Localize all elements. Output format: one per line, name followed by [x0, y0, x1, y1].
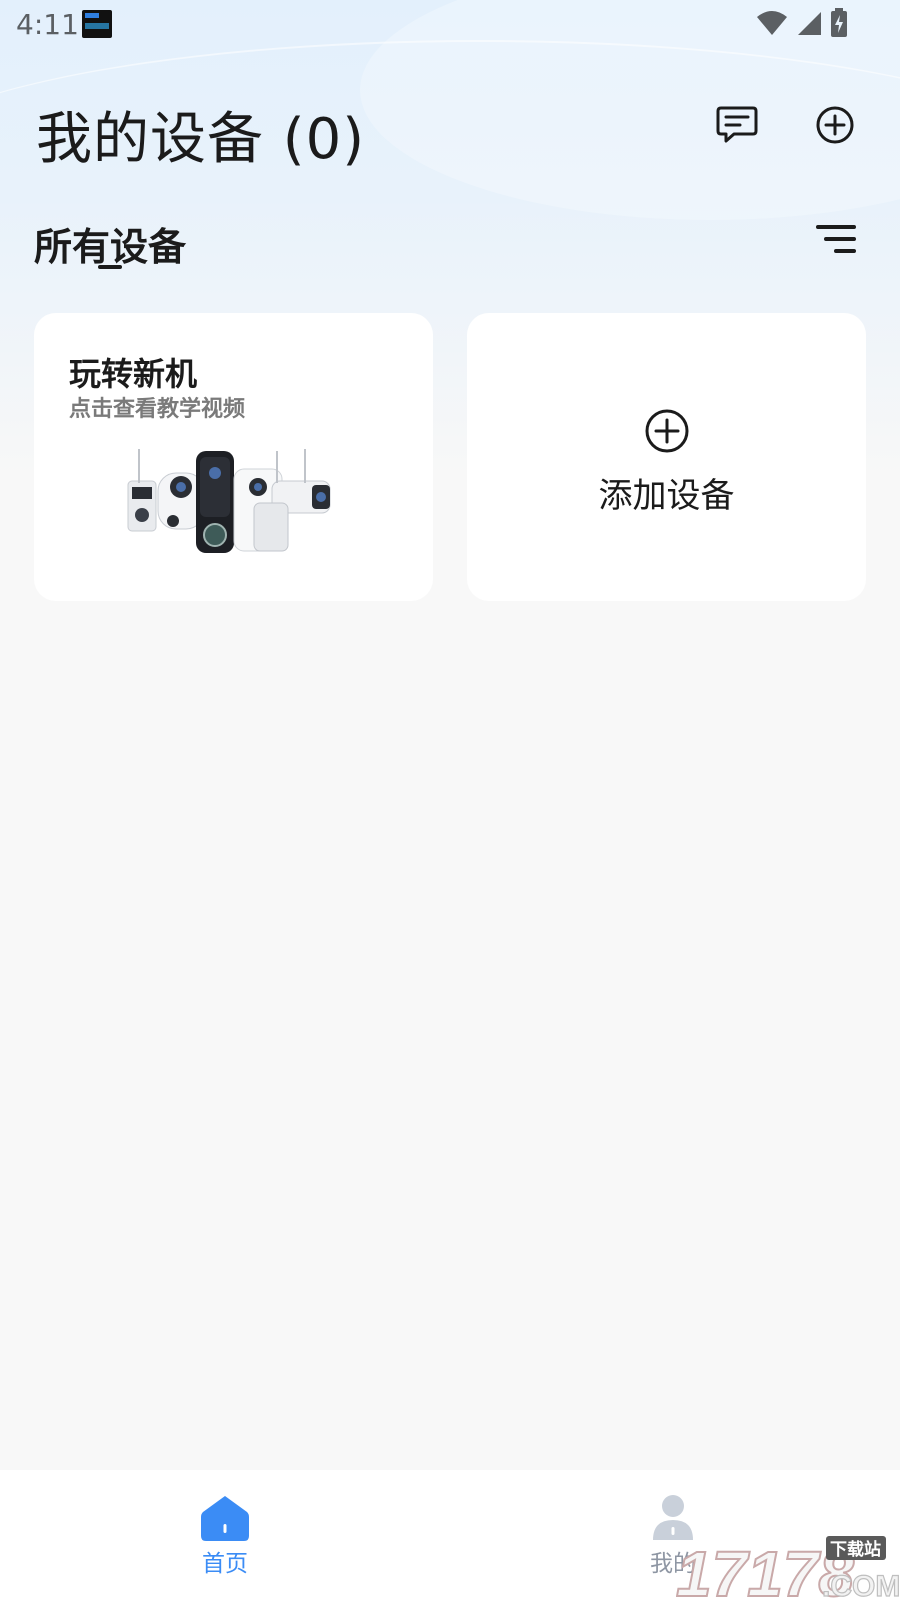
filter-icon	[816, 225, 856, 253]
section-active-indicator	[98, 265, 122, 269]
message-button[interactable]	[712, 100, 762, 150]
app-notification-icon	[82, 10, 112, 38]
home-icon	[201, 1496, 249, 1541]
add-circle-icon	[816, 106, 854, 144]
nav-item-home[interactable]: 首页	[195, 1494, 255, 1578]
status-bar: 4:11	[0, 0, 900, 48]
tutorial-title: 玩转新机	[69, 355, 198, 393]
add-device-label: 添加设备	[598, 475, 735, 516]
add-device-card[interactable]: 添加设备	[467, 313, 866, 601]
message-icon	[716, 106, 758, 143]
devices-product-image	[127, 449, 331, 553]
tutorial-card[interactable]: 玩转新机 点击查看教学视频	[34, 313, 433, 601]
wifi-icon	[757, 11, 787, 35]
add-circle-icon	[645, 409, 688, 452]
tutorial-subtitle: 点击查看教学视频	[69, 397, 246, 422]
page-title: 我的设备 (0)	[36, 107, 366, 172]
status-icons	[756, 8, 848, 38]
site-watermark: 17178 下载站 .COM	[676, 1536, 900, 1600]
nav-label-home: 首页	[202, 1551, 248, 1577]
filter-button[interactable]	[812, 222, 860, 258]
status-time: 4:11	[16, 8, 79, 41]
watermark-suffix: .COM	[822, 1570, 900, 1600]
watermark-tag: 下载站	[830, 1539, 881, 1560]
battery-charging-icon	[831, 8, 847, 37]
signal-icon	[798, 12, 821, 35]
add-device-header-button[interactable]	[810, 100, 860, 150]
section-title-all-devices[interactable]: 所有设备	[34, 216, 186, 271]
